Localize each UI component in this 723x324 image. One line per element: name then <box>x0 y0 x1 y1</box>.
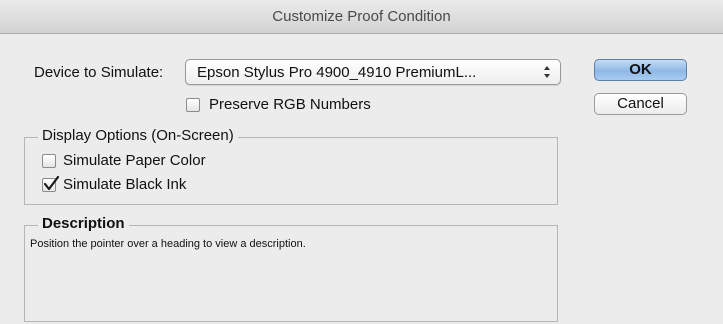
simulate-black-ink-label: Simulate Black Ink <box>63 176 187 193</box>
display-options-group <box>24 137 558 205</box>
description-text: Position the pointer over a heading to v… <box>30 238 306 250</box>
simulate-paper-color-checkbox[interactable] <box>42 154 56 168</box>
description-legend: Description <box>38 215 129 232</box>
simulate-paper-color-label: Simulate Paper Color <box>63 152 206 169</box>
preserve-rgb-checkbox[interactable] <box>186 98 200 112</box>
simulate-black-ink-checkbox[interactable] <box>42 175 60 192</box>
device-to-simulate-label: Device to Simulate: <box>34 64 164 81</box>
preserve-rgb-label: Preserve RGB Numbers <box>209 96 371 113</box>
cancel-button[interactable]: Cancel <box>594 93 687 115</box>
title-bar: Customize Proof Condition <box>0 0 723 34</box>
window-title: Customize Proof Condition <box>272 8 451 25</box>
display-options-legend: Display Options (On-Screen) <box>38 127 238 144</box>
updown-arrows-icon <box>543 65 551 79</box>
device-select[interactable]: Epson Stylus Pro 4900_4910 PremiumL... <box>185 59 561 85</box>
device-select-value: Epson Stylus Pro 4900_4910 PremiumL... <box>197 64 477 81</box>
checkmark-icon <box>43 175 60 191</box>
ok-button[interactable]: OK <box>594 59 687 81</box>
